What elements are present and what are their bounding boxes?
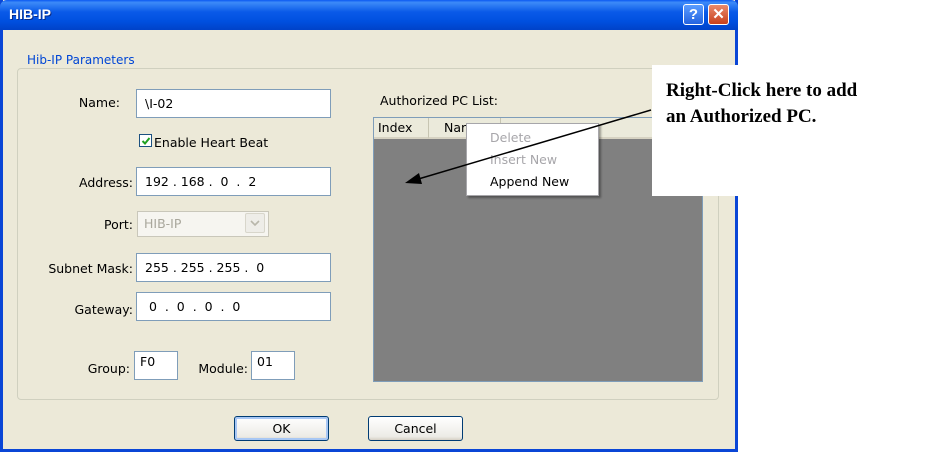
window-border-right — [735, 200, 738, 452]
ok-button[interactable]: OK — [234, 416, 329, 441]
cancel-button[interactable]: Cancel — [368, 416, 463, 441]
callout-arrow — [405, 109, 652, 184]
